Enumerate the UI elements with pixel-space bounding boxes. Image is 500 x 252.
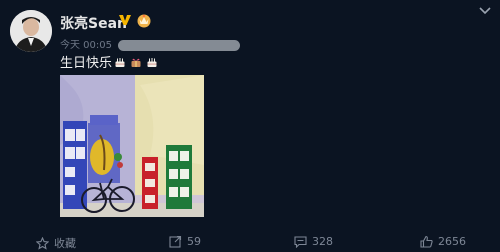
action-bar: 收藏 59 328 2656 <box>0 232 500 252</box>
star-icon <box>36 236 49 250</box>
post-image[interactable] <box>60 75 204 217</box>
repost-button[interactable]: 59 <box>169 235 201 248</box>
comment-count: 328 <box>312 235 333 248</box>
birthday-cake-icon <box>147 58 157 67</box>
comment-icon <box>294 236 307 248</box>
like-button[interactable]: 2656 <box>420 235 466 248</box>
chevron-down-icon[interactable] <box>478 6 492 16</box>
gift-icon <box>131 58 141 67</box>
repost-count: 59 <box>187 235 201 248</box>
source-blurred <box>118 39 240 51</box>
favorite-button[interactable]: 收藏 <box>36 235 76 251</box>
post-time[interactable]: 今天 00:05 <box>60 40 112 51</box>
post-meta: 今天 00:05 <box>60 36 240 51</box>
repost-icon <box>169 235 182 248</box>
thumbs-up-icon <box>420 235 433 248</box>
post-text: 生日快乐 <box>60 52 158 71</box>
username[interactable]: 张亮Sean <box>60 13 127 33</box>
favorite-label: 收藏 <box>54 237 76 250</box>
post-text-content: 生日快乐 <box>60 56 113 71</box>
verified-v-icon <box>119 15 131 25</box>
like-count: 2656 <box>438 235 466 248</box>
comment-button[interactable]: 328 <box>294 235 333 248</box>
crown-icon[interactable] <box>136 12 152 28</box>
birthday-cake-icon <box>115 58 125 67</box>
avatar[interactable] <box>10 10 52 52</box>
